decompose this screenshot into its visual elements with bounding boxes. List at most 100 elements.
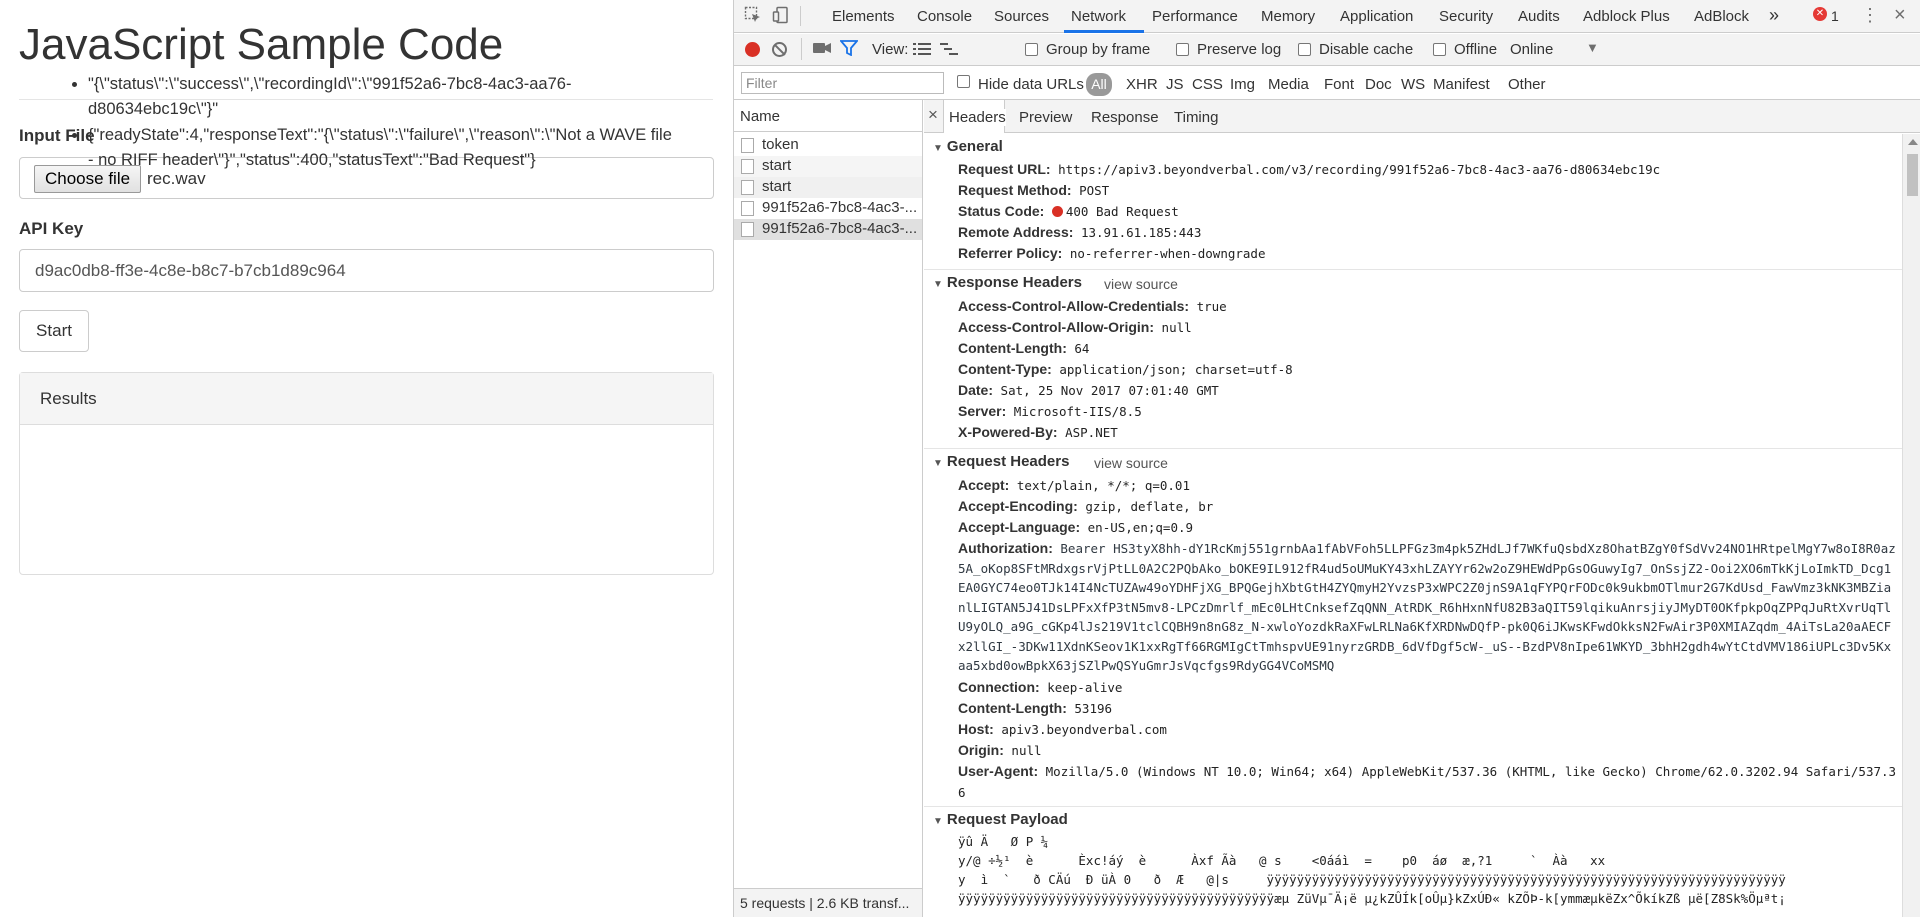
group-by-frame-checkbox[interactable] bbox=[1025, 43, 1038, 56]
tab-headers[interactable]: Headers bbox=[949, 109, 1006, 126]
filter-type-manifest[interactable]: Manifest bbox=[1433, 76, 1490, 93]
disable-cache-label: Disable cache bbox=[1319, 41, 1414, 58]
device-toolbar-icon[interactable] bbox=[772, 6, 790, 29]
chevron-down-icon[interactable]: ▼ bbox=[1586, 40, 1599, 55]
waterfall-overview-icon[interactable] bbox=[940, 42, 958, 61]
general-section-toggle[interactable]: ▼ General bbox=[933, 138, 1003, 155]
more-tabs-icon[interactable]: » bbox=[1769, 5, 1779, 26]
header-row: Server: Microsoft-IIS/8.5 bbox=[958, 403, 1142, 419]
payload-line: ÿÿÿÿÿÿÿÿÿÿÿÿÿÿÿÿÿÿÿÿÿÿÿÿÿÿÿÿÿÿÿÿÿÿÿÿÿÿÿÿ… bbox=[958, 891, 1786, 906]
file-icon bbox=[741, 201, 754, 216]
header-row: Date: Sat, 25 Nov 2017 07:01:40 GMT bbox=[958, 382, 1219, 398]
status-error-icon bbox=[1051, 206, 1063, 217]
file-icon bbox=[741, 138, 754, 153]
header-row: Connection: keep-alive bbox=[958, 679, 1123, 695]
scroll-up-icon[interactable] bbox=[1908, 139, 1918, 145]
error-count[interactable]: 1 bbox=[1831, 8, 1839, 24]
toolbar-divider bbox=[800, 6, 801, 26]
filter-type-css[interactable]: CSS bbox=[1192, 76, 1223, 93]
input-file-label: Input File bbox=[19, 126, 95, 145]
tab-sources[interactable]: Sources bbox=[994, 8, 1049, 25]
close-detail-icon[interactable]: × bbox=[928, 105, 938, 125]
large-rows-icon[interactable] bbox=[913, 42, 931, 61]
filter-icon[interactable] bbox=[839, 40, 859, 61]
hide-data-urls-label: Hide data URLs bbox=[978, 76, 1084, 93]
hide-data-urls-checkbox[interactable] bbox=[957, 75, 970, 88]
start-button[interactable]: Start bbox=[19, 310, 89, 352]
filter-type-ws[interactable]: WS bbox=[1401, 76, 1425, 93]
header-row: Status Code: 400 Bad Request bbox=[958, 203, 1179, 219]
filter-type-xhr[interactable]: XHR bbox=[1126, 76, 1158, 93]
tab-performance[interactable]: Performance bbox=[1152, 8, 1238, 25]
tab-application[interactable]: Application bbox=[1340, 8, 1413, 25]
error-icon[interactable]: ✕ bbox=[1813, 7, 1827, 21]
inspect-element-icon[interactable] bbox=[744, 6, 762, 29]
payload-line: ÿû Ä Ø P ¼ bbox=[958, 834, 1049, 849]
tab-memory[interactable]: Memory bbox=[1261, 8, 1315, 25]
detail-tab-bar: × Headers Preview Response Timing bbox=[924, 100, 1920, 133]
payload-line: y/@ ÷½¹ è Èxc!áý è Àxf Ãà @ s <0ááì = p0… bbox=[958, 853, 1606, 868]
active-tab-indicator bbox=[1064, 30, 1144, 33]
tab-console[interactable]: Console bbox=[917, 8, 972, 25]
filter-type-all[interactable]: All bbox=[1086, 73, 1112, 96]
disable-cache-checkbox[interactable] bbox=[1298, 43, 1311, 56]
filter-type-other[interactable]: Other bbox=[1508, 76, 1546, 93]
scrollbar-thumb[interactable] bbox=[1907, 154, 1918, 196]
filter-type-font[interactable]: Font bbox=[1324, 76, 1354, 93]
filter-input[interactable] bbox=[741, 72, 944, 94]
request-row[interactable]: start bbox=[734, 177, 922, 198]
name-column-header[interactable]: Name bbox=[734, 100, 922, 132]
more-options-icon[interactable]: ⋮ bbox=[1861, 5, 1879, 26]
request-row[interactable]: token bbox=[734, 135, 922, 156]
result-item: "{\"status\":\"success\",\"recordingId\"… bbox=[88, 72, 678, 122]
clear-icon[interactable] bbox=[772, 42, 787, 57]
preserve-log-checkbox[interactable] bbox=[1176, 43, 1189, 56]
tab-timing[interactable]: Timing bbox=[1174, 109, 1218, 126]
header-row: Referrer Policy: no-referrer-when-downgr… bbox=[958, 245, 1266, 261]
request-payload-toggle[interactable]: ▼ Request Payload bbox=[933, 811, 1068, 828]
tab-security[interactable]: Security bbox=[1439, 8, 1493, 25]
offline-checkbox[interactable] bbox=[1433, 43, 1446, 56]
tab-network[interactable]: Network bbox=[1071, 8, 1126, 25]
view-label: View: bbox=[872, 41, 909, 58]
api-key-value: d9ac0db8-ff3e-4c8e-b8c7-b7cb1d89c964 bbox=[35, 261, 346, 280]
request-view-source-link[interactable]: view source bbox=[1094, 455, 1168, 471]
section-divider bbox=[924, 806, 1902, 807]
results-list: "{\"status\":\"success\",\"recordingId\"… bbox=[88, 72, 678, 174]
filter-type-img[interactable]: Img bbox=[1230, 76, 1255, 93]
response-headers-toggle[interactable]: ▼ Response Headers bbox=[933, 274, 1082, 291]
triangle-down-icon: ▼ bbox=[933, 143, 943, 154]
detail-scrollbar[interactable] bbox=[1902, 134, 1920, 917]
tab-audits[interactable]: Audits bbox=[1518, 8, 1560, 25]
close-devtools-icon[interactable]: × bbox=[1894, 4, 1906, 27]
request-row[interactable]: start bbox=[734, 156, 922, 177]
screenshot-camera-icon[interactable] bbox=[812, 40, 832, 61]
toolbar-divider bbox=[801, 38, 802, 60]
tab-adblock[interactable]: AdBlock bbox=[1694, 8, 1749, 25]
tab-adblock-plus[interactable]: Adblock Plus bbox=[1583, 8, 1670, 25]
header-row: Request URL: https://apiv3.beyondverbal.… bbox=[958, 161, 1661, 177]
tab-preview[interactable]: Preview bbox=[1019, 109, 1072, 126]
tab-response[interactable]: Response bbox=[1091, 109, 1159, 126]
devtools-panel: Elements Console Sources Network Perform… bbox=[733, 0, 1920, 917]
filter-type-media[interactable]: Media bbox=[1268, 76, 1309, 93]
header-row: Content-Type: application/json; charset=… bbox=[958, 361, 1293, 377]
record-icon[interactable] bbox=[745, 42, 760, 57]
header-row: Access-Control-Allow-Origin: null bbox=[958, 319, 1192, 335]
request-row[interactable]: 991f52a6-7bc8-4ac3-... bbox=[734, 198, 922, 219]
filter-type-doc[interactable]: Doc bbox=[1365, 76, 1392, 93]
response-view-source-link[interactable]: view source bbox=[1104, 276, 1178, 292]
request-row-selected[interactable]: 991f52a6-7bc8-4ac3-... bbox=[734, 219, 922, 240]
results-panel: Results bbox=[19, 372, 714, 575]
throttling-select[interactable]: Online bbox=[1510, 41, 1553, 58]
header-row: Accept-Encoding: gzip, deflate, br bbox=[958, 498, 1214, 514]
payload-line: y ì ` ð CÄú Ð üÀ 0 ð Æ @|s ÿÿÿÿÿÿÿÿÿÿÿÿÿ… bbox=[958, 872, 1786, 887]
header-row: Access-Control-Allow-Credentials: true bbox=[958, 298, 1227, 314]
offline-label: Offline bbox=[1454, 41, 1498, 58]
file-icon bbox=[741, 222, 754, 237]
tab-elements[interactable]: Elements bbox=[832, 8, 895, 25]
request-headers-toggle[interactable]: ▼ Request Headers bbox=[933, 453, 1069, 470]
filter-type-js[interactable]: JS bbox=[1166, 76, 1184, 93]
devtools-tab-bar: Elements Console Sources Network Perform… bbox=[734, 0, 1920, 33]
headers-view: ▼ General Request URL: https://apiv3.beyo… bbox=[924, 134, 1902, 917]
